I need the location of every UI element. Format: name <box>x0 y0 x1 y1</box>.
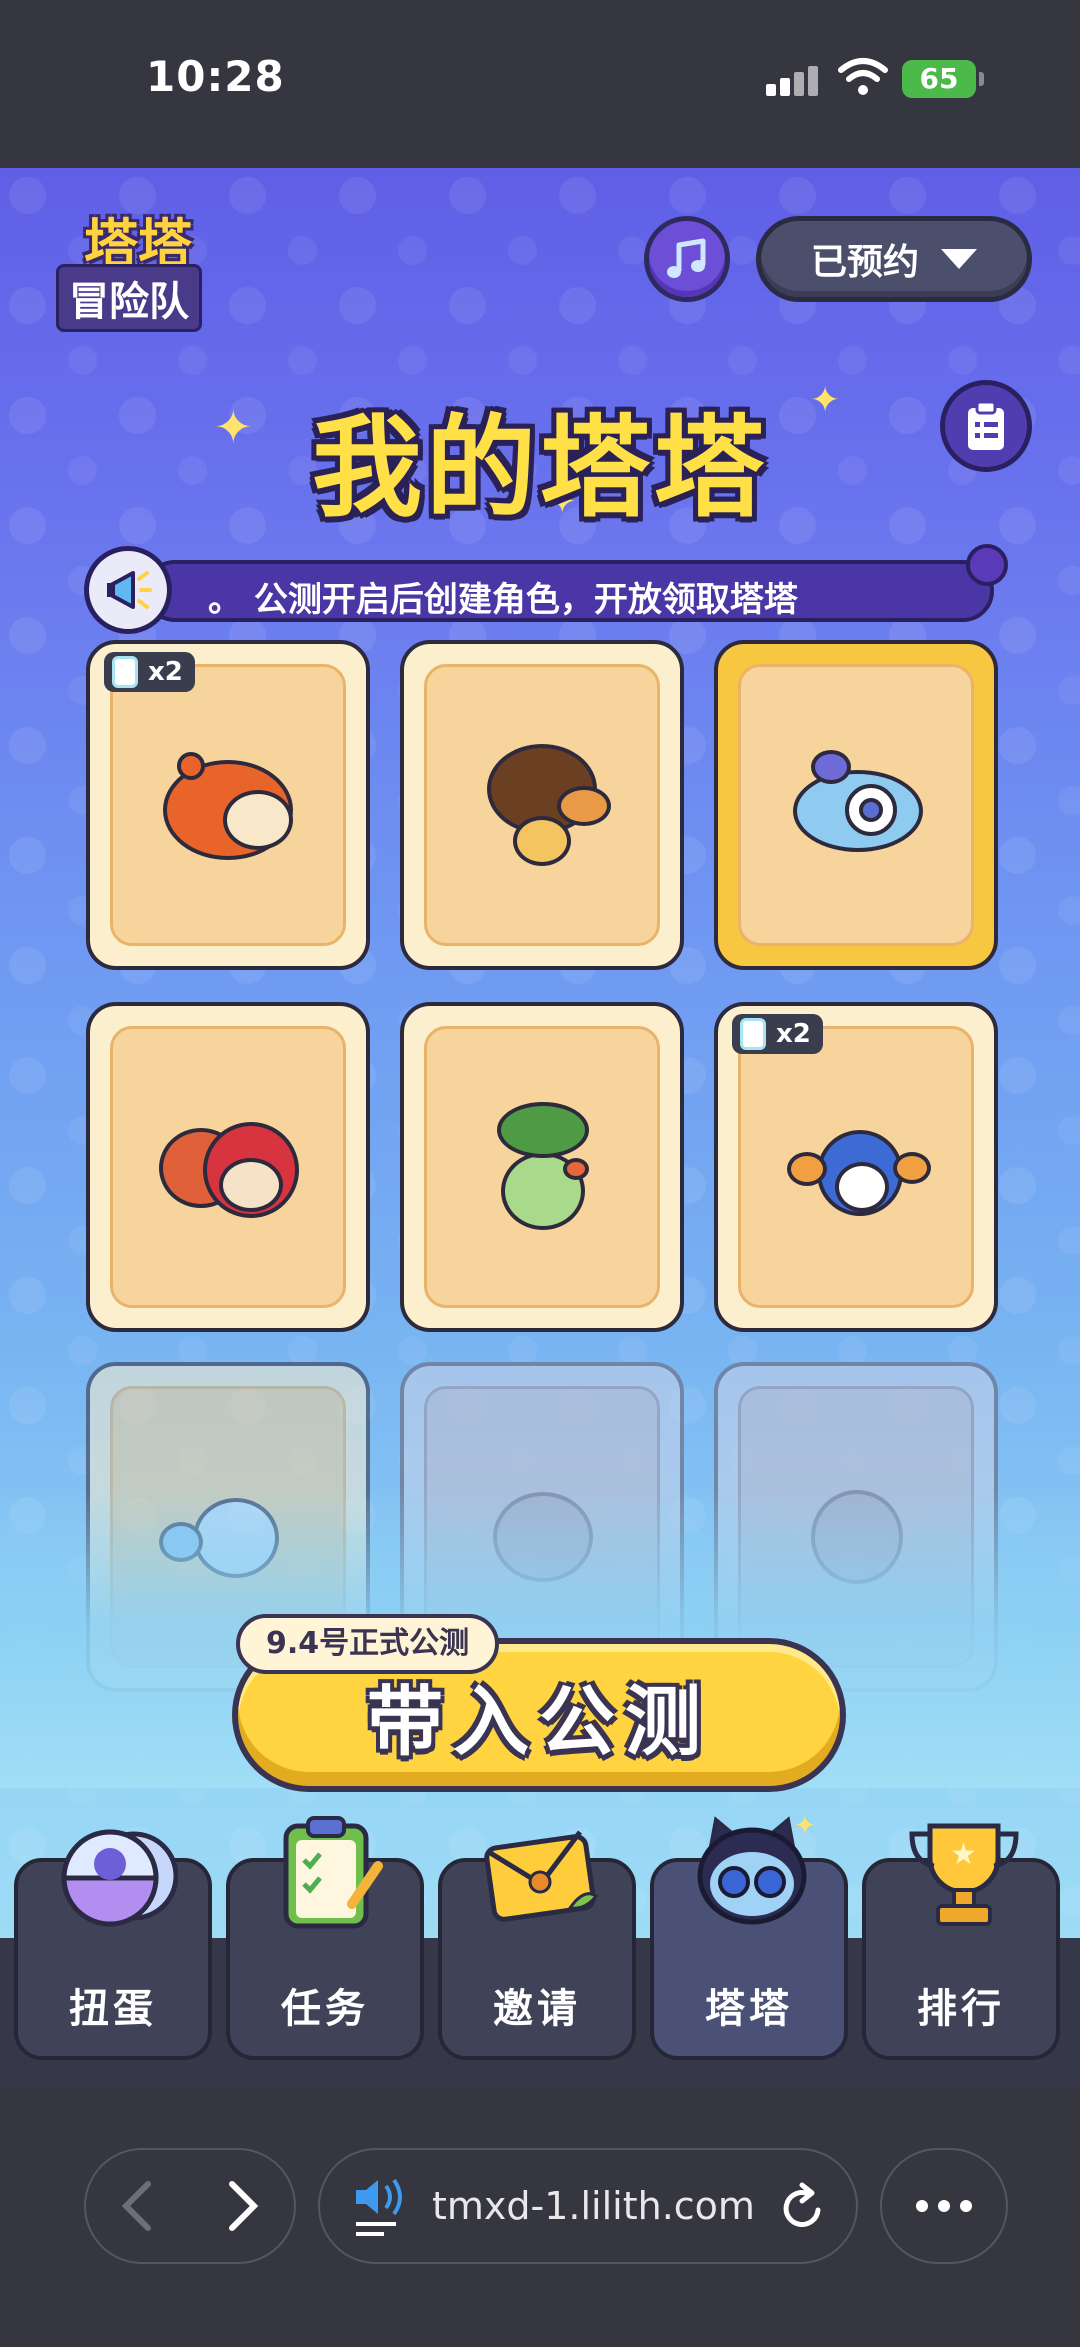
svg-text:★: ★ <box>950 1837 977 1872</box>
forward-arrow-icon[interactable] <box>222 2178 262 2234</box>
nav-tata[interactable]: ✦ 塔塔 <box>650 1812 848 2060</box>
wifi-icon <box>838 58 888 95</box>
url-text: tmxd-1.lilith.com <box>432 2184 755 2228</box>
nav-label: 任务 <box>281 1986 369 2032</box>
creature-card-selected[interactable] <box>714 640 998 970</box>
creature-card[interactable]: x2 <box>86 640 370 970</box>
clipboard-task-icon <box>283 1816 383 1929</box>
card-frame <box>738 1026 974 1308</box>
card-frame <box>424 1026 660 1308</box>
bird-creature <box>781 1102 931 1232</box>
leaf-creature <box>467 1102 617 1232</box>
card-frame <box>424 664 660 946</box>
creature-grid: x2 x2 <box>86 640 998 1692</box>
speaker-icon[interactable] <box>352 2176 408 2238</box>
gacha-egg-icon <box>61 1829 178 1927</box>
count-badge-label: x2 <box>148 657 183 687</box>
creature-card[interactable] <box>400 1002 684 1332</box>
address-bar[interactable]: tmxd-1.lilith.com <box>318 2148 858 2264</box>
creature-card[interactable] <box>400 640 684 970</box>
cta-label: 带入公测 <box>367 1677 711 1766</box>
marquee-bar: 。 公测开启后创建角色，开放领取塔塔 <box>144 560 994 622</box>
reload-icon[interactable] <box>776 2182 828 2234</box>
snail-creature <box>467 740 617 870</box>
marquee-text: 。 公测开启后创建角色，开放领取塔塔 <box>208 580 798 620</box>
logo-line2: 冒险队 <box>56 264 202 332</box>
count-badge-label: x2 <box>776 1019 811 1049</box>
more-menu-button[interactable] <box>880 2148 1008 2264</box>
nav-tasks[interactable]: 任务 <box>226 1816 424 2060</box>
toggle-icon <box>112 656 138 688</box>
reservation-dropdown[interactable]: 已预约 <box>756 216 1032 302</box>
music-button[interactable] <box>644 216 730 302</box>
browser-toolbar: tmxd-1.lilith.com <box>0 2088 1080 2347</box>
nav-gacha[interactable]: 扭蛋 <box>14 1829 212 2060</box>
creature-card[interactable] <box>86 1002 370 1332</box>
nav-ranking[interactable]: ★ 排行 <box>862 1823 1060 2060</box>
nav-invite[interactable]: 邀请 <box>438 1830 636 2060</box>
trophy-icon: ★ <box>909 1823 1019 1926</box>
announcement-marquee: 。 公测开启后创建角色，开放领取塔塔 <box>84 544 1008 634</box>
back-arrow-icon[interactable] <box>118 2178 158 2234</box>
more-dot-icon <box>960 2200 972 2212</box>
tata-mascot-icon: ✦ <box>697 1812 814 1925</box>
nav-label: 扭蛋 <box>69 1986 157 2032</box>
nav-label: 塔塔 <box>705 1986 793 2032</box>
nav-label: 邀请 <box>493 1986 581 2032</box>
tiger-creature <box>153 740 303 870</box>
music-note-icon <box>667 238 706 278</box>
nav-label: 排行 <box>917 1986 1005 2032</box>
signal-icon <box>766 62 820 96</box>
more-dot-icon <box>938 2200 950 2212</box>
battery-indicator: 65 <box>902 60 984 98</box>
blue-dragon-creature <box>781 740 931 870</box>
game-area: 塔塔 冒险队 已预约 ✦ ✦ ✦ 我的塔塔 。 公测开启后创建角色，开放领取塔塔 <box>0 168 1080 2088</box>
history-nav <box>84 2148 296 2264</box>
caret-down-icon <box>941 249 977 269</box>
status-time: 10:28 <box>146 52 285 101</box>
megaphone-icon <box>84 546 172 634</box>
more-dot-icon <box>916 2200 928 2212</box>
status-bar: 10:28 65 <box>0 0 1080 168</box>
game-logo: 塔塔 冒险队 <box>48 200 240 332</box>
reservation-label: 已预约 <box>810 242 919 283</box>
toggle-icon <box>740 1018 766 1050</box>
bow-decoration <box>966 544 1008 586</box>
page-title: 我的塔塔 <box>312 404 768 532</box>
red-seal-creature <box>153 1102 303 1232</box>
count-badge: x2 <box>732 1014 823 1054</box>
svg-text:✦: ✦ <box>794 1812 814 1841</box>
count-badge: x2 <box>104 652 195 692</box>
card-frame <box>738 664 974 946</box>
envelope-icon <box>484 1830 599 1922</box>
card-frame <box>110 664 346 946</box>
creature-card[interactable]: x2 <box>714 1002 998 1332</box>
card-frame <box>110 1026 346 1308</box>
release-date-tag: 9.4号正式公测 <box>236 1614 500 1674</box>
